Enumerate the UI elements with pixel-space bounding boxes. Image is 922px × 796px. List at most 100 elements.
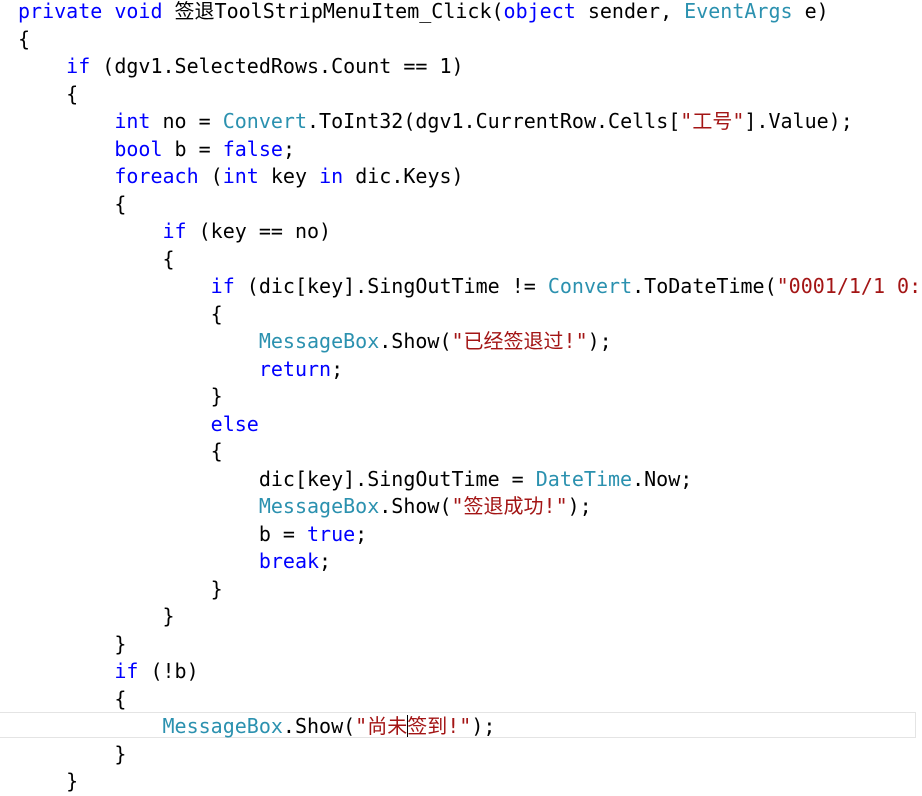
code-line[interactable]: foreach (int key in dic.Keys) (18, 163, 464, 190)
plain-token: { (18, 81, 79, 106)
string-token: "0001/1/1 0:00:00" (776, 274, 922, 298)
keyword-token: if (162, 219, 187, 243)
type-token: EventArgs (684, 0, 793, 23)
plain-token: { (18, 191, 127, 216)
code-line[interactable]: b = true; (18, 521, 367, 548)
keyword-token: int (222, 164, 259, 188)
plain-token: ); (471, 714, 496, 738)
plain-token: } (18, 576, 223, 601)
plain-token: } (18, 741, 127, 766)
keyword-token: true (306, 521, 356, 546)
plain-token: (dic[key].SingOutTime != (234, 274, 548, 298)
plain-token: (dgv1.SelectedRows.Count == 1) (90, 54, 464, 78)
code-line[interactable]: dic[key].SingOutTime = DateTime.Now; (18, 466, 693, 493)
keyword-token: void (114, 0, 163, 23)
plain-token: .Show( (379, 494, 452, 518)
code-line[interactable]: bool b = false; (18, 136, 295, 163)
type-token: MessageBox (162, 714, 283, 738)
code-line[interactable]: break; (18, 548, 331, 575)
code-line[interactable]: { (18, 26, 30, 53)
code-line[interactable]: } (18, 383, 223, 410)
code-line[interactable]: MessageBox.Show("已经签退过!"); (18, 328, 612, 355)
plain-token: { (18, 301, 223, 326)
plain-token: dic[key].SingOutTime = (18, 466, 536, 491)
type-token: MessageBox (258, 494, 380, 518)
plain-token: } (18, 769, 79, 793)
keyword-token: break (258, 549, 320, 573)
plain-token: sender, (575, 0, 685, 23)
keyword-token: in (319, 164, 344, 188)
plain-token: { (18, 686, 127, 711)
code-line[interactable]: if (!b) (18, 658, 198, 685)
plain-token: .ToDateTime( (632, 274, 777, 298)
plain-token: .Now; (632, 466, 693, 491)
plain-token: } (18, 384, 223, 408)
type-token: Convert (547, 274, 633, 298)
code-line[interactable]: private void 签退ToolStripMenuItem_Click(o… (18, 0, 829, 25)
code-line[interactable]: else (18, 411, 259, 438)
code-line[interactable]: { (18, 301, 223, 328)
code-line[interactable]: { (18, 81, 78, 108)
keyword-token: int (114, 109, 151, 133)
code-line[interactable]: { (18, 246, 175, 273)
code-line[interactable]: } (18, 603, 174, 630)
code-line[interactable]: } (18, 576, 223, 603)
code-editor[interactable]: private void 签退ToolStripMenuItem_Click(o… (0, 0, 922, 796)
keyword-token: false (222, 136, 283, 161)
code-line[interactable]: MessageBox.Show("签退成功!"); (18, 493, 592, 520)
keyword-token: return (258, 356, 332, 381)
code-line[interactable]: if (dic[key].SingOutTime != Convert.ToDa… (18, 273, 922, 300)
code-line[interactable]: if (key == no) (18, 218, 332, 245)
plain-token: ); (587, 329, 612, 353)
string-token: "工号" (680, 109, 745, 133)
code-line[interactable]: return; (18, 356, 343, 383)
string-token: "已经签退过!" (451, 329, 588, 353)
code-line[interactable]: { (18, 686, 126, 713)
plain-token: (key == no) (186, 219, 332, 243)
code-line[interactable]: } (18, 741, 126, 768)
type-token: DateTime (535, 466, 633, 491)
keyword-token: if (66, 54, 91, 78)
plain-token: { (18, 439, 223, 463)
plain-token: ; (331, 356, 344, 381)
keyword-token: else (210, 411, 259, 436)
code-line[interactable]: int no = Convert.ToInt32(dgv1.CurrentRow… (18, 108, 852, 135)
plain-token: ; (319, 549, 332, 573)
plain-token: ; (282, 136, 295, 161)
keyword-token: if (210, 274, 235, 298)
text-caret (407, 714, 409, 737)
plain-token: .Show( (379, 329, 452, 353)
code-line[interactable]: MessageBox.Show("尚未签到!"); (18, 713, 496, 740)
code-line[interactable]: { (18, 191, 126, 218)
keyword-token: foreach (114, 164, 199, 188)
plain-token: .Show( (282, 714, 356, 738)
plain-token: no = (150, 109, 223, 133)
keyword-token: object (503, 0, 576, 23)
code-line[interactable]: } (18, 768, 78, 795)
keyword-token: private (18, 0, 103, 23)
code-line[interactable]: if (dgv1.SelectedRows.Count == 1) (18, 53, 464, 80)
plain-token: { (18, 26, 31, 51)
plain-token: ( (198, 164, 223, 188)
string-token: "尚未 (355, 714, 408, 738)
code-line[interactable]: { (18, 438, 223, 465)
type-token: MessageBox (258, 329, 380, 353)
plain-token: { (18, 246, 175, 271)
plain-token: dic.Keys) (343, 164, 464, 188)
code-line[interactable]: } (18, 631, 126, 658)
plain-token: 签退ToolStripMenuItem_Click( (162, 0, 504, 23)
type-token: Convert (222, 109, 307, 133)
plain-token: .ToInt32(dgv1.CurrentRow.Cells[ (307, 109, 681, 133)
